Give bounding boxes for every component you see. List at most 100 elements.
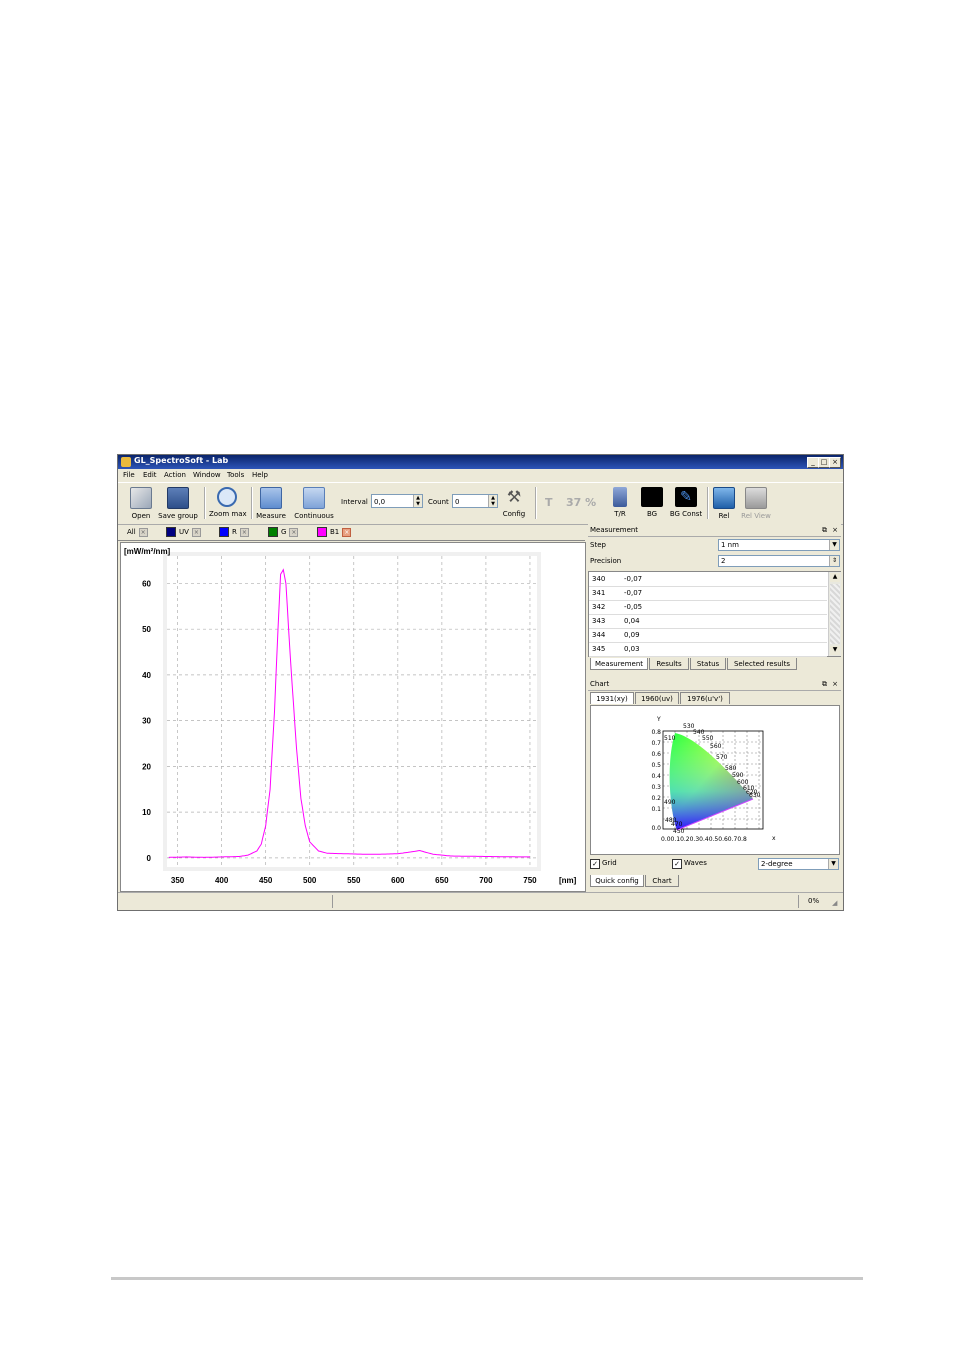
cie-wavelength-label: 470 <box>671 821 683 828</box>
vertical-scrollbar[interactable]: ▲ ▼ <box>828 572 841 656</box>
cie-y-tick: 0.4 <box>651 773 661 780</box>
value-cell: -0,07 <box>624 575 643 583</box>
open-folder-icon <box>130 487 152 509</box>
grid-checkbox[interactable]: ✓ <box>590 859 600 869</box>
remove-icon[interactable]: × <box>342 527 352 537</box>
zoom-max-button[interactable]: Zoom max <box>209 487 247 518</box>
menu-action[interactable]: Action <box>164 471 186 479</box>
menu-window[interactable]: Window <box>193 471 221 479</box>
waves-checkbox[interactable]: ✓ <box>672 859 682 869</box>
open-button[interactable]: Open <box>128 487 154 520</box>
cie-wavelength-label: 450 <box>673 828 685 835</box>
filter-all[interactable]: All × <box>127 526 148 538</box>
close-panel-icon[interactable]: × <box>832 524 838 536</box>
config-button[interactable]: ⚒ Config <box>501 487 527 518</box>
cie-wavelength-label: 570 <box>716 754 728 761</box>
step-label: Step <box>590 541 606 549</box>
tab-1931-xy[interactable]: 1931(xy) <box>590 692 634 704</box>
observer-select[interactable]: 2-degree ▼ <box>758 858 839 870</box>
chevron-down-icon: ▼ <box>829 540 839 550</box>
cie-diagram[interactable]: Y x 0.00.10.20.30.40.50.60.70.8 0.8 0.7 0.… <box>590 705 840 855</box>
menu-file[interactable]: File <box>123 471 135 479</box>
table-row[interactable]: 343 0,04 <box>589 614 827 629</box>
precision-row: Precision 2 ⇕ <box>588 554 841 568</box>
tools-icon: ⚒ <box>506 487 522 506</box>
save-group-button[interactable]: Save group <box>158 487 198 520</box>
tab-results[interactable]: Results <box>649 658 689 670</box>
bg-const-button[interactable]: ✎ BG Const <box>668 487 704 518</box>
t-indicator: T <box>545 496 553 509</box>
cie-y-tick: 0.1 <box>651 806 661 813</box>
remove-icon[interactable]: × <box>191 527 201 537</box>
cie-y-tick: 0.8 <box>651 729 661 736</box>
table-row[interactable]: 341 -0,07 <box>589 586 827 601</box>
filter-b1[interactable]: B1 × <box>317 526 352 538</box>
x-tick-label: 500 <box>303 876 317 885</box>
float-icon[interactable]: ⧉ <box>822 678 827 690</box>
menu-help[interactable]: Help <box>252 471 268 479</box>
spectrum-svg: 350 400 450 500 550 600 650 700 750 0 10 20 30 40 50 60… <box>121 543 585 891</box>
rel-button[interactable]: Rel <box>712 487 736 520</box>
interval-down-icon[interactable]: ▼ <box>413 501 422 507</box>
cie-y-axis-label: Y <box>656 716 661 723</box>
step-row: Step 1 nm ▼ <box>588 538 841 552</box>
cie-x-axis-label: x <box>772 835 776 842</box>
table-row[interactable]: 340 -0,07 <box>589 572 827 587</box>
resize-grip-icon[interactable]: ◢ <box>832 899 837 907</box>
remove-icon[interactable]: × <box>289 527 299 537</box>
menu-tools[interactable]: Tools <box>227 471 244 479</box>
continuous-button[interactable]: Continuous <box>294 487 334 520</box>
cie-y-tick: 0.2 <box>651 795 661 802</box>
table-row[interactable]: 342 -0,05 <box>589 600 827 615</box>
tab-measurement[interactable]: Measurement <box>590 658 648 670</box>
spectrum-chart[interactable]: 350 400 450 500 550 600 650 700 750 0 10 20 30 40 50 60… <box>120 542 586 892</box>
cie-wavelength-label: 550 <box>702 735 714 742</box>
precision-stepper[interactable]: 2 ⇕ <box>718 555 840 567</box>
tab-selected-results[interactable]: Selected results <box>727 658 797 670</box>
float-icon[interactable]: ⧉ <box>822 524 827 536</box>
close-button[interactable]: × <box>829 457 841 468</box>
tr-button[interactable]: T/R <box>610 487 630 518</box>
x-tick-label: 750 <box>523 876 537 885</box>
tab-status[interactable]: Status <box>690 658 726 670</box>
value-cell: -0,07 <box>624 589 643 597</box>
series-filter-bar: All × UV × R × G × B1 × <box>118 524 585 541</box>
bg-const-icon: ✎ <box>675 487 697 507</box>
count-stepper[interactable]: 0 ▲ ▼ <box>452 494 498 508</box>
remove-icon[interactable]: × <box>239 527 249 537</box>
cie-y-tick: 0.5 <box>651 762 661 769</box>
value-cell: 0,09 <box>624 631 640 639</box>
tab-chart[interactable]: Chart <box>645 875 679 887</box>
scroll-track[interactable] <box>830 584 840 644</box>
r-color-swatch <box>219 527 229 537</box>
stepper-arrows-icon: ⇕ <box>829 556 839 566</box>
filter-r[interactable]: R × <box>219 526 249 538</box>
interval-stepper[interactable]: 0,0 ▲ ▼ <box>371 494 423 508</box>
filter-uv[interactable]: UV × <box>166 526 201 538</box>
table-row[interactable]: 344 0,09 <box>589 628 827 643</box>
menu-bar: File Edit Action Window Tools Help <box>118 470 843 482</box>
bg-button[interactable]: BG <box>640 487 664 518</box>
title-bar: GL_SpectroSoft - Lab _ □ × <box>118 455 843 469</box>
table-row[interactable]: 345 0,03 <box>589 642 827 657</box>
menu-edit[interactable]: Edit <box>143 471 157 479</box>
y-tick-label: 60 <box>142 579 151 588</box>
wavelength-cell: 343 <box>592 617 606 625</box>
remove-icon[interactable]: × <box>138 527 148 537</box>
tab-1976-uv[interactable]: 1976(u'v') <box>680 692 730 704</box>
grid-label: Grid <box>602 859 617 867</box>
measurement-table: 340 -0,07 341 -0,07 342 -0,05 343 0,04 344 0,09 34… <box>588 571 841 657</box>
wavelength-cell: 344 <box>592 631 606 639</box>
scroll-up-icon[interactable]: ▲ <box>830 573 840 582</box>
close-panel-icon[interactable]: × <box>832 678 838 690</box>
tab-1960-uv[interactable]: 1960(uv) <box>635 692 679 704</box>
count-down-icon[interactable]: ▼ <box>488 501 497 507</box>
scroll-down-icon[interactable]: ▼ <box>830 646 840 655</box>
x-tick-label: 550 <box>347 876 361 885</box>
tab-quick-config[interactable]: Quick config <box>590 875 644 887</box>
measure-button[interactable]: Measure <box>256 487 286 520</box>
step-select[interactable]: 1 nm ▼ <box>718 539 840 551</box>
rel-view-button[interactable]: Rel View <box>740 487 772 520</box>
filter-g[interactable]: G × <box>268 526 299 538</box>
cie-wavelength-label: 630 <box>749 792 761 799</box>
